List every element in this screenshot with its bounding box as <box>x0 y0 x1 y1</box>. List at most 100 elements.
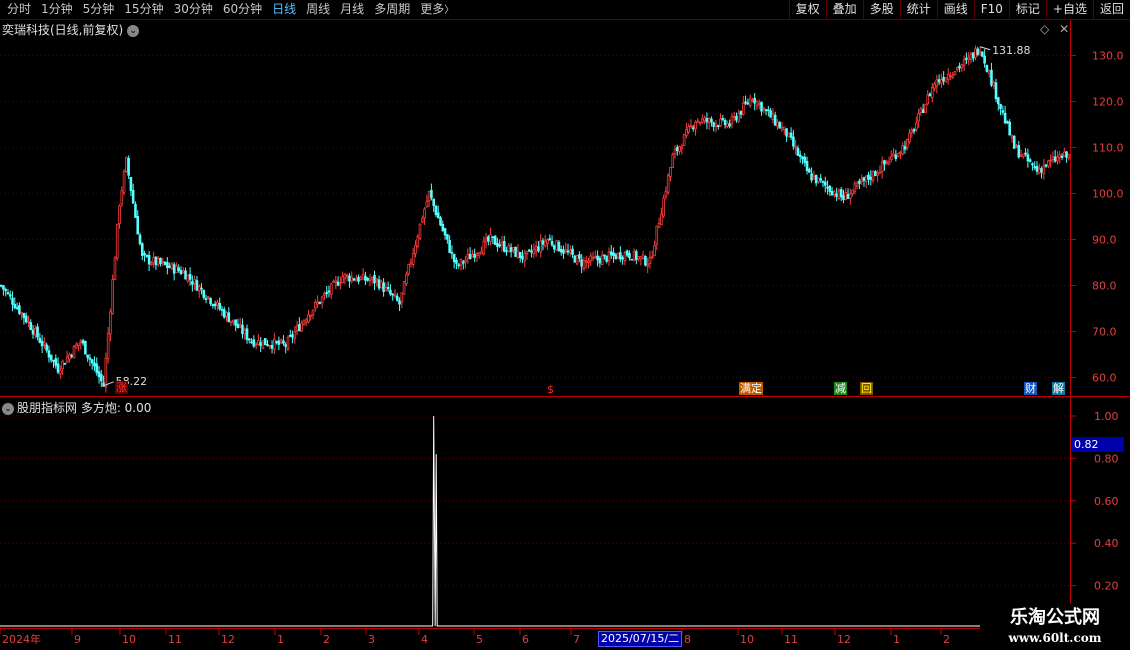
candle-body <box>136 216 140 235</box>
candle-body <box>1035 165 1039 172</box>
event-badge[interactable]: 涨 <box>115 381 128 394</box>
candle-body <box>0 284 3 287</box>
candle-body <box>1053 156 1057 162</box>
candle-body <box>423 208 426 219</box>
candle-body <box>489 234 492 242</box>
candle-body <box>660 213 663 226</box>
candle-body <box>318 301 322 304</box>
candle-body <box>195 280 199 291</box>
candle-body <box>803 156 807 164</box>
candle-body <box>580 259 583 267</box>
chevron-down-icon[interactable]: ⌄ <box>127 24 140 37</box>
candle-body <box>259 342 262 347</box>
candle-body <box>589 255 593 262</box>
chevron-down-icon[interactable]: ⌄ <box>2 402 14 415</box>
candle-body <box>307 314 310 323</box>
candle-body <box>994 82 998 100</box>
candle-body <box>1024 152 1027 155</box>
price-tick-label: 70.0 <box>1092 326 1117 339</box>
candle-body <box>1049 159 1052 162</box>
candlestick-chart[interactable]: 130.0120.0110.0100.090.080.070.060.0131.… <box>0 0 1130 650</box>
candle-body <box>238 324 242 327</box>
candle-body <box>903 146 907 150</box>
candle-body <box>177 267 181 271</box>
event-badge[interactable]: 财 <box>1024 382 1037 395</box>
candle-body <box>1003 112 1007 124</box>
candle-body <box>537 246 540 251</box>
candle-body <box>858 180 861 184</box>
candle-body <box>785 128 788 137</box>
date-tick-label: 11 <box>168 633 182 646</box>
candle-body <box>496 242 499 247</box>
diamond-icon[interactable]: ◇ <box>1040 22 1049 36</box>
candle-body <box>354 278 358 282</box>
candle-body <box>179 270 183 274</box>
candle-body <box>416 236 420 247</box>
candle-body <box>764 109 768 112</box>
close-icon[interactable]: ✕ <box>1059 22 1069 36</box>
candle-body <box>712 122 716 127</box>
date-tick-label: 10 <box>122 633 136 646</box>
event-badge[interactable]: 回 <box>860 382 873 395</box>
candle-body <box>448 239 451 253</box>
candle-body <box>43 342 46 345</box>
candle-body <box>887 161 891 165</box>
candle-body <box>475 253 479 256</box>
candle-body <box>279 339 283 343</box>
candle-body <box>555 240 558 251</box>
candle-body <box>24 315 28 323</box>
candle-body <box>726 122 729 127</box>
candle-body <box>992 82 996 87</box>
candle-body <box>1042 165 1046 174</box>
candle-body <box>623 252 627 262</box>
event-badge[interactable]: 减 <box>834 382 847 395</box>
candle-body <box>175 265 178 274</box>
candle-body <box>999 103 1002 109</box>
candle-body <box>878 171 882 174</box>
candle-body <box>84 340 87 355</box>
candle-body <box>971 52 975 59</box>
candle-body <box>181 270 185 274</box>
candle-body <box>382 282 385 292</box>
candle-body <box>468 253 472 260</box>
candle-body <box>846 194 850 199</box>
candle-body <box>582 259 586 269</box>
candle-body <box>15 307 19 309</box>
candle-body <box>1058 154 1062 158</box>
candle-body <box>336 281 340 286</box>
candle-body <box>926 94 930 105</box>
candle-body <box>197 286 201 292</box>
candle-body <box>814 174 818 184</box>
candle-body <box>810 173 813 181</box>
event-badge[interactable]: 满定 <box>739 382 763 395</box>
candle-body <box>113 257 117 280</box>
candle-body <box>969 54 973 60</box>
candle-body <box>744 101 747 104</box>
candle-body <box>70 354 74 357</box>
price-tick-label: 120.0 <box>1092 95 1124 108</box>
candle-body <box>316 301 319 305</box>
candle-body <box>409 261 413 265</box>
candle-body <box>921 109 925 114</box>
candle-body <box>530 250 533 253</box>
candle-body <box>543 240 547 247</box>
candle-body <box>796 147 800 156</box>
event-badge[interactable]: 解 <box>1052 382 1065 395</box>
event-badge[interactable]: $ <box>546 383 555 396</box>
candle-body <box>127 158 130 176</box>
candle-body <box>140 243 144 256</box>
candle-body <box>286 337 290 350</box>
candle-body <box>578 254 581 259</box>
candle-body <box>534 245 538 252</box>
candle-body <box>425 200 429 208</box>
candle-body <box>484 237 488 243</box>
panel-controls: ◇ ✕ <box>1040 22 1069 36</box>
candle-body <box>471 254 474 258</box>
candle-body <box>550 241 554 246</box>
candle-body <box>8 294 12 297</box>
candle-body <box>864 175 868 182</box>
candle-body <box>86 354 89 358</box>
candle-body <box>370 276 374 280</box>
candle-body <box>359 276 363 280</box>
candle-body <box>839 189 843 198</box>
